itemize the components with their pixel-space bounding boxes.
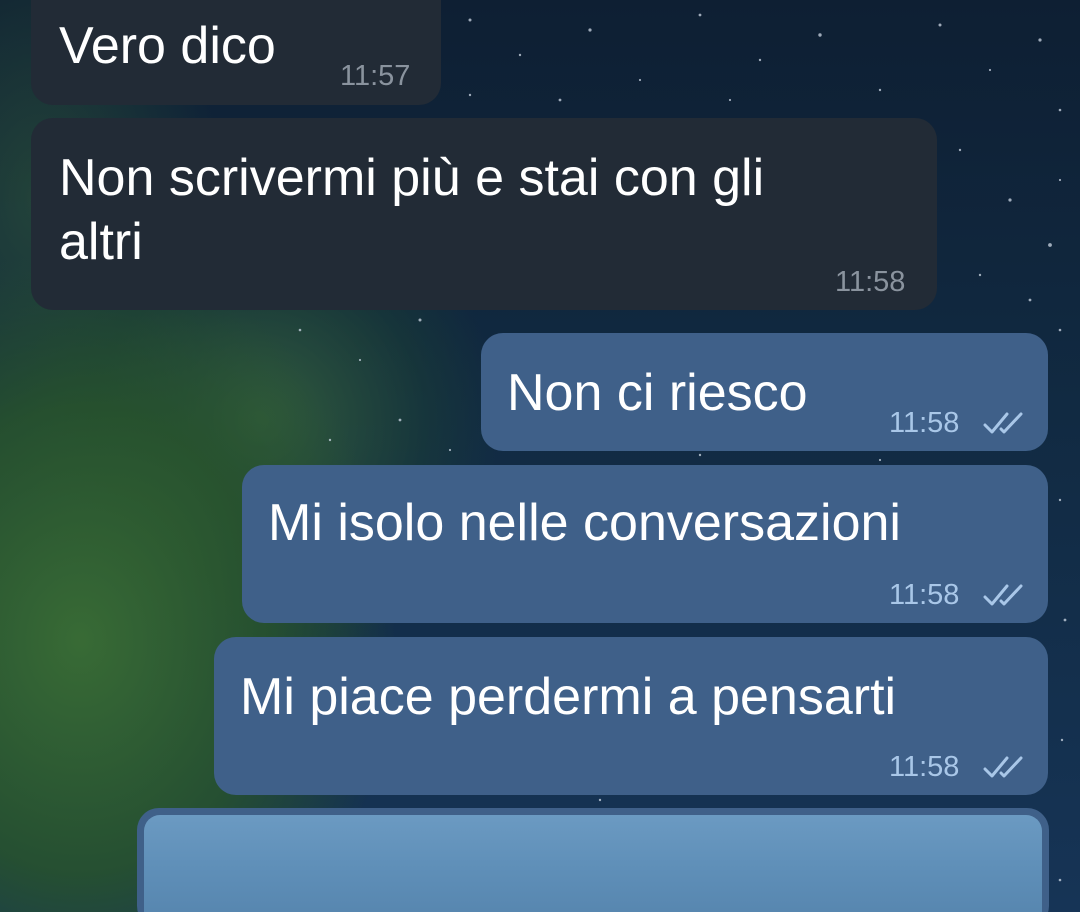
message-time: 11:58 [889,751,960,783]
message-text: Non ci riesco [507,364,808,422]
double-check-icon [983,756,1023,778]
message-text: Mi piace perdermi a pensarti [240,668,897,726]
message-text: Mi isolo nelle conversazioni [268,494,901,552]
image-preview[interactable] [144,815,1042,912]
message-text: Non scrivermi più e stai con gli altri [59,149,765,271]
photo-message[interactable] [137,808,1049,912]
double-check-icon [983,584,1023,606]
message-time: 11:58 [889,579,960,611]
outgoing-message[interactable]: Mi isolo nelle conversazioni 11:58 [242,465,1048,623]
incoming-message[interactable]: Non scrivermi più e stai con gli altri 1… [31,118,937,310]
message-text: Vero dico [59,17,276,75]
incoming-message[interactable]: Vero dico 11:57 [31,0,441,105]
double-check-icon [983,412,1023,434]
outgoing-message[interactable]: Mi piace perdermi a pensarti 11:58 [214,637,1048,795]
message-time: 11:58 [889,407,960,439]
message-time: 11:57 [340,60,411,92]
message-time: 11:58 [835,266,906,298]
outgoing-message[interactable]: Non ci riesco 11:58 [481,333,1048,451]
